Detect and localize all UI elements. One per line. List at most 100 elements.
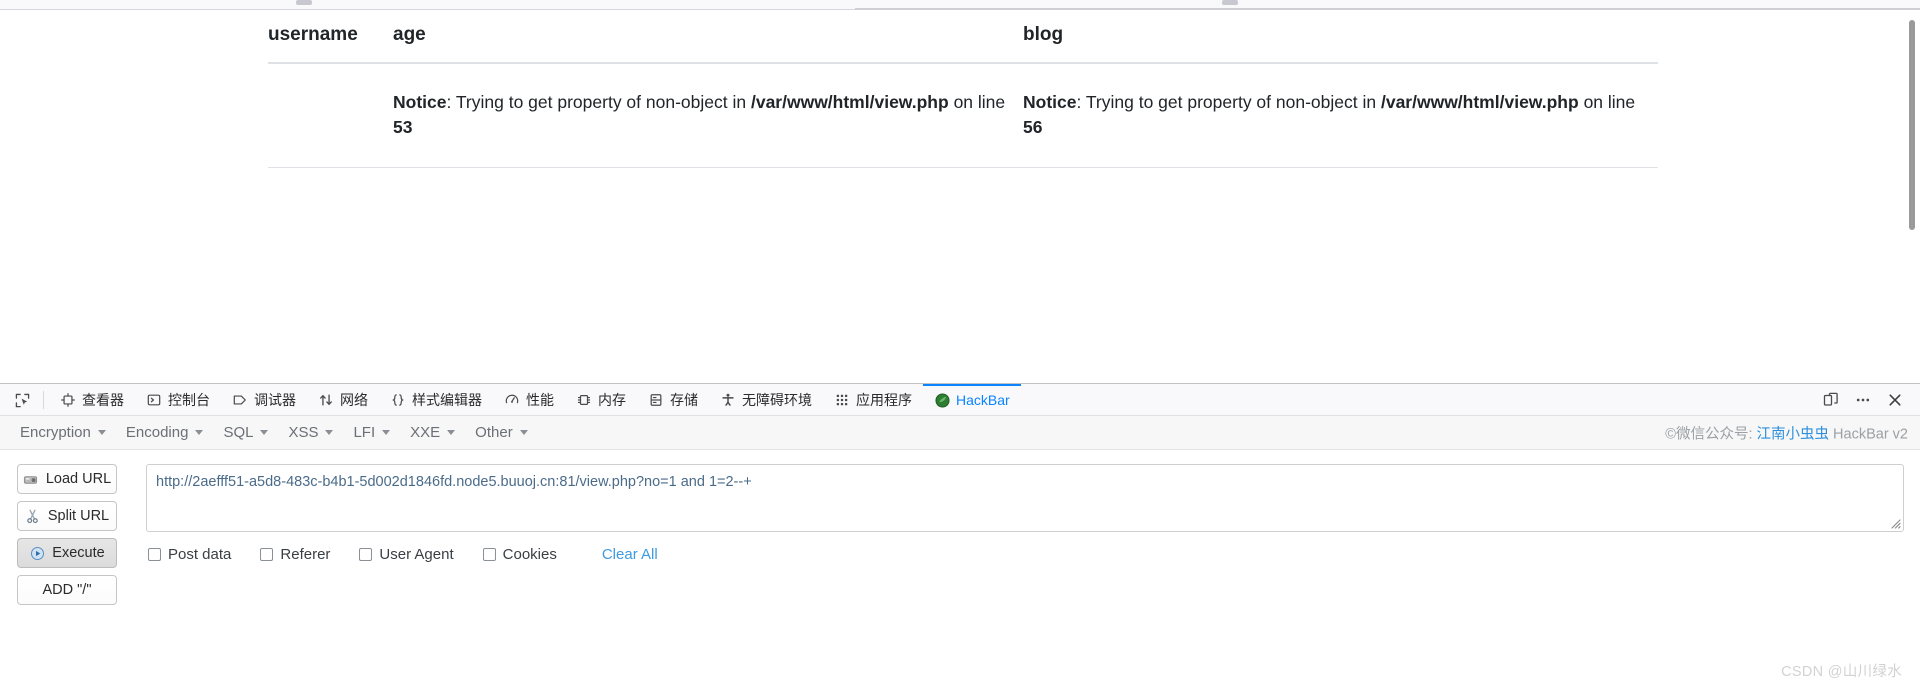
tab-label: 无障碍环境 xyxy=(742,392,812,408)
option-cookies[interactable]: Cookies xyxy=(482,546,557,563)
notice-path: /var/www/html/view.php xyxy=(1380,92,1579,112)
close-icon[interactable] xyxy=(1880,384,1910,416)
menu-xss[interactable]: XSS xyxy=(280,421,345,444)
menu-xxe[interactable]: XXE xyxy=(402,421,467,444)
storage-icon xyxy=(648,392,664,408)
load-url-icon xyxy=(23,471,39,487)
result-table: username age blog Notice: Trying to get … xyxy=(268,10,1658,168)
clear-all-button[interactable]: Clear All xyxy=(602,546,658,563)
chevron-down-icon xyxy=(519,430,528,435)
tab-accessibility[interactable]: 无障碍环境 xyxy=(709,384,823,416)
tab-label: 性能 xyxy=(526,392,554,408)
menu-label: XXE xyxy=(410,424,441,441)
chevron-down-icon xyxy=(97,430,106,435)
notice-label: Notice xyxy=(393,92,447,112)
responsive-design-mode-icon[interactable] xyxy=(1816,384,1846,416)
execute-button[interactable]: Execute xyxy=(17,538,117,568)
chevron-down-icon xyxy=(195,430,204,435)
element-picker-icon[interactable] xyxy=(6,384,38,416)
menu-label: Other xyxy=(475,424,513,441)
scrollbar-thumb[interactable] xyxy=(1909,20,1915,230)
application-icon xyxy=(834,392,850,408)
notice-label: Notice xyxy=(1023,92,1077,112)
chevron-down-icon xyxy=(382,430,391,435)
tab-label: 存储 xyxy=(670,392,698,408)
tab-performance[interactable]: 性能 xyxy=(493,384,565,416)
execute-icon xyxy=(29,545,45,561)
menu-label: Encoding xyxy=(125,424,189,441)
meatball-menu-icon[interactable] xyxy=(1848,384,1878,416)
notice-line: 53 xyxy=(393,117,413,138)
csdn-watermark: CSDN @山川绿水 xyxy=(1781,664,1902,680)
checkbox[interactable] xyxy=(148,548,161,561)
option-post-data[interactable]: Post data xyxy=(148,546,231,563)
menu-label: Encryption xyxy=(20,424,91,441)
chevron-down-icon xyxy=(325,430,334,435)
tab-hackbar[interactable]: HackBar xyxy=(923,384,1021,416)
button-label: Load URL xyxy=(45,471,112,487)
tab-memory[interactable]: 内存 xyxy=(565,384,637,416)
option-label: Cookies xyxy=(502,546,557,563)
cell-blog: Notice: Trying to get property of non-ob… xyxy=(1023,63,1658,168)
tab-console[interactable]: 控制台 xyxy=(135,384,221,416)
cell-age: Notice: Trying to get property of non-ob… xyxy=(393,63,1023,168)
notice-line: 56 xyxy=(1023,117,1043,138)
menu-encryption[interactable]: Encryption xyxy=(12,421,118,444)
accessibility-icon xyxy=(720,392,736,408)
menu-label: LFI xyxy=(353,424,376,441)
option-referer[interactable]: Referer xyxy=(260,546,330,563)
button-label: ADD "/" xyxy=(42,582,92,598)
table-header-row: username age blog xyxy=(268,10,1658,64)
debugger-icon xyxy=(232,392,248,408)
tab-label: 内存 xyxy=(598,392,626,408)
split-url-button[interactable]: Split URL xyxy=(17,501,117,531)
option-user-agent[interactable]: User Agent xyxy=(359,546,454,563)
menu-encoding[interactable]: Encoding xyxy=(118,421,216,444)
column-header-blog: blog xyxy=(1023,10,1658,64)
toolbar-divider xyxy=(43,390,44,409)
column-header-username: username xyxy=(268,10,393,64)
menu-other[interactable]: Other xyxy=(467,421,540,444)
tab-storage[interactable]: 存储 xyxy=(637,384,709,416)
notice-message: : Trying to get property of non-object i… xyxy=(1076,92,1381,112)
column-header-age: age xyxy=(393,10,1023,64)
add-slash-button[interactable]: ADD "/" xyxy=(17,575,117,605)
url-input[interactable] xyxy=(146,464,1904,532)
checkbox[interactable] xyxy=(359,548,373,561)
tab-application[interactable]: 应用程序 xyxy=(823,384,923,416)
network-icon xyxy=(318,392,334,408)
menu-lfi[interactable]: LFI xyxy=(345,421,402,444)
tab-debugger[interactable]: 调试器 xyxy=(221,384,307,416)
notice-line-prefix: on line xyxy=(948,92,1006,112)
tab-label: 查看器 xyxy=(82,392,124,408)
hackbar-panel: Encryption Encoding SQL XSS LFI XXE Othe… xyxy=(0,416,1920,689)
checkbox[interactable] xyxy=(260,548,274,561)
hackbar-body: Load URL Split URL Execute ADD "/" http:… xyxy=(0,450,1920,605)
tab-label: 样式编辑器 xyxy=(412,392,482,408)
tab-style-editor[interactable]: 样式编辑器 xyxy=(379,384,493,416)
load-url-button[interactable]: Load URL xyxy=(17,464,117,494)
tab-nub xyxy=(296,0,312,5)
tab-network[interactable]: 网络 xyxy=(307,384,379,416)
php-notice-age: Notice: Trying to get property of non-ob… xyxy=(393,92,1005,137)
hackbar-main: Post data Referer User Agent Cookies C xyxy=(134,464,1920,605)
tab-inspector[interactable]: 查看器 xyxy=(49,384,135,416)
brand-suffix: HackBar v2 xyxy=(1829,426,1908,442)
hackbar-action-buttons: Load URL Split URL Execute ADD "/" xyxy=(0,464,134,605)
tab-label: 调试器 xyxy=(254,392,296,408)
button-label: Split URL xyxy=(47,508,110,524)
result-table-container: username age blog Notice: Trying to get … xyxy=(268,10,1658,168)
chevron-down-icon xyxy=(260,430,269,435)
option-label: Post data xyxy=(168,546,232,563)
checkbox[interactable] xyxy=(482,548,496,561)
menu-label: SQL xyxy=(223,424,254,441)
hackbar-brand: ©微信公众号: 江南小虫虫 HackBar v2 xyxy=(1665,422,1908,443)
php-notice-blog: Notice: Trying to get property of non-ob… xyxy=(1023,92,1635,137)
page-content: username age blog Notice: Trying to get … xyxy=(0,10,1920,391)
page-vertical-scrollbar[interactable] xyxy=(1905,10,1920,315)
chevron-down-icon xyxy=(447,430,456,435)
notice-message: : Trying to get property of non-object i… xyxy=(446,92,751,112)
notice-line-prefix: on line xyxy=(1578,92,1636,112)
menu-sql[interactable]: SQL xyxy=(215,421,280,444)
devtools-panel: 查看器 控制台 调试器 网络 样式编辑器 性能 内存 存储 无障碍环境 应用程序… xyxy=(0,383,1920,689)
